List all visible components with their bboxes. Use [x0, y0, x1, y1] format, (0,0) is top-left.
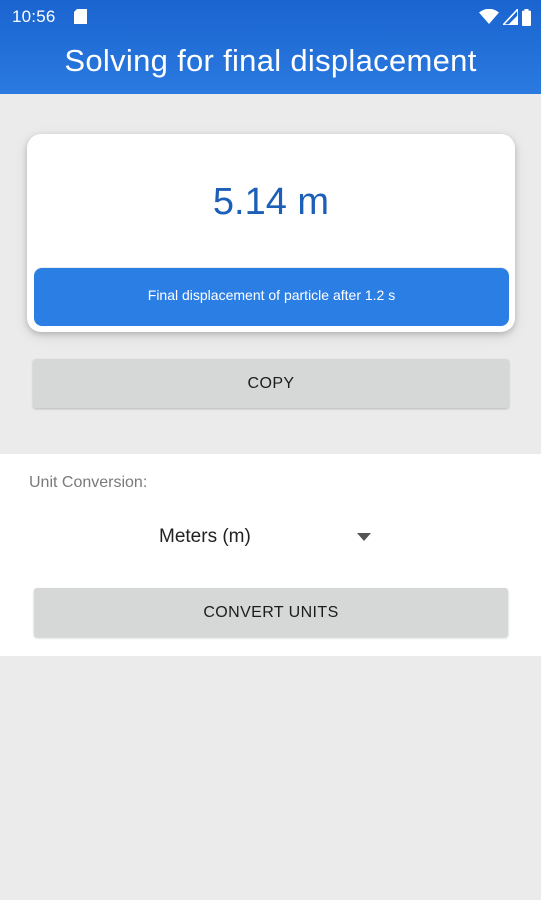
battery-icon	[522, 8, 531, 26]
unit-conversion-label: Unit Conversion:	[29, 474, 148, 491]
status-time: 10:56	[12, 7, 56, 26]
unit-dropdown-value: Meters (m)	[159, 526, 251, 547]
page-title: Solving for final displacement	[64, 43, 477, 78]
sd-card-icon	[74, 9, 87, 24]
result-card: 5.14 m Final displacement of particle af…	[27, 134, 515, 332]
result-caption: Final displacement of particle after 1.2…	[147, 287, 396, 303]
dropdown-arrow-icon	[357, 533, 371, 541]
status-bar: 10:56	[0, 0, 541, 34]
app-header: 10:56 Solving for final displacement	[0, 0, 541, 94]
result-value: 5.14 m	[212, 181, 330, 223]
signal-icon	[503, 9, 518, 25]
result-caption-bar: Final displacement of particle after 1.2…	[34, 268, 509, 326]
copy-button[interactable]: COPY	[33, 359, 509, 408]
wifi-icon	[479, 9, 499, 24]
unit-conversion-panel: Unit Conversion: Meters (m) CONVERT UNIT…	[0, 454, 541, 656]
status-icons	[479, 8, 531, 26]
unit-dropdown[interactable]: Meters (m)	[140, 519, 380, 555]
convert-units-button[interactable]: CONVERT UNITS	[34, 588, 508, 637]
